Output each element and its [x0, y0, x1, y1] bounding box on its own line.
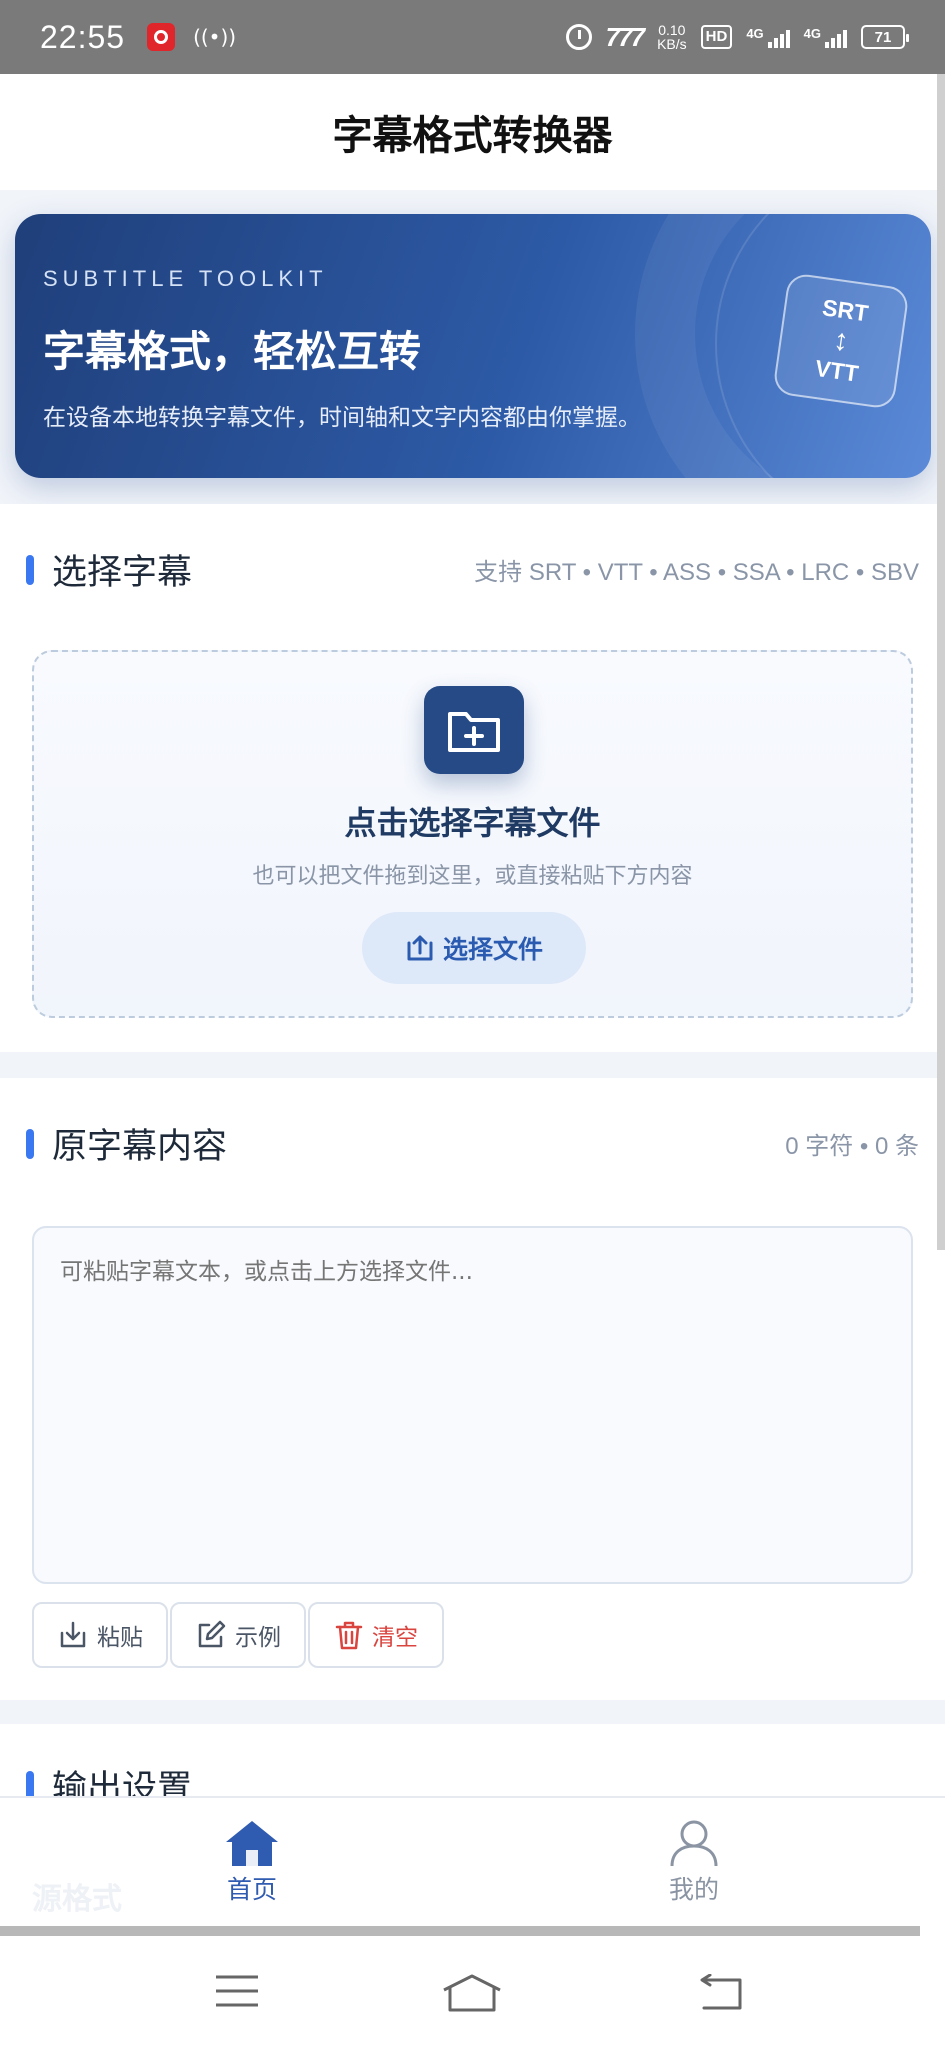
choose-file-button[interactable]: 选择文件 — [362, 912, 586, 984]
hero-banner: SUBTITLE TOOLKIT 字幕格式，轻松互转 在设备本地转换字幕文件，时… — [15, 214, 931, 478]
section-accent-bar — [26, 554, 34, 585]
network-speed: 0.10 KB/s — [657, 22, 687, 52]
folder-add-icon — [424, 686, 524, 774]
hero-kicker: SUBTITLE TOOLKIT — [43, 266, 328, 291]
example-button[interactable]: 示例 — [170, 1602, 306, 1668]
nav-mine[interactable]: 我的 — [614, 1818, 774, 1906]
back-icon[interactable] — [696, 1973, 744, 2016]
section-accent-bar — [26, 1128, 34, 1159]
content-stats: 0 字符 • 0 条 — [785, 1133, 919, 1160]
paste-icon — [60, 1621, 86, 1648]
carrier-logo-icon: 777 — [605, 21, 645, 52]
system-navigation — [0, 1936, 945, 2048]
scrollbar[interactable] — [937, 74, 945, 1250]
edit-icon — [198, 1620, 226, 1648]
alarm-icon — [565, 24, 592, 50]
system-home-icon[interactable] — [442, 1974, 502, 2018]
hd-voice-badge: HD — [700, 25, 733, 49]
app-header: 字幕格式转换器 — [0, 74, 945, 190]
paste-button[interactable]: 粘贴 — [32, 1602, 168, 1668]
clear-button[interactable]: 清空 — [308, 1602, 444, 1668]
nav-mine-label: 我的 — [668, 1875, 719, 1904]
nav-home-label: 首页 — [226, 1875, 277, 1904]
signal-sim2-icon: 4G — [804, 26, 847, 48]
section-title: 选择字幕 — [52, 553, 193, 593]
music-app-icon — [147, 23, 176, 51]
nav-home[interactable]: 首页 — [172, 1818, 332, 1906]
menu-icon[interactable] — [214, 1974, 260, 2012]
section-header: 选择字幕 — [26, 544, 192, 595]
swap-arrow-icon: ↕ — [831, 323, 851, 358]
section-header: 原字幕内容 — [26, 1118, 227, 1169]
status-bar: 22:55 ((•)) 777 0.10 KB/s HD 4G 4G 71 — [0, 0, 945, 74]
page-title: 字幕格式转换器 — [332, 113, 613, 159]
section-title: 原字幕内容 — [52, 1127, 228, 1167]
file-dropzone[interactable]: 点击选择字幕文件 也可以把文件拖到这里，或直接粘贴下方内容 选择文件 — [32, 650, 913, 1018]
source-format-label: 源格式 — [32, 1882, 122, 1917]
home-indicator-bar — [0, 1926, 920, 1936]
hero-subtitle: 在设备本地转换字幕文件，时间轴和文字内容都由你掌握。 — [43, 405, 641, 431]
status-time: 22:55 — [40, 18, 126, 55]
home-icon — [226, 1821, 278, 1866]
source-content-card: 原字幕内容 0 字符 • 0 条 粘贴 示例 清空 — [0, 1078, 945, 1700]
battery-icon: 71 — [861, 25, 909, 49]
subtitle-text-input[interactable] — [32, 1226, 913, 1584]
upload-icon — [407, 935, 433, 961]
user-icon — [670, 1820, 718, 1867]
supported-formats: 支持 SRT • VTT • ASS • SSA • LRC • SBV — [474, 559, 919, 586]
format-swap-badge: SRT ↕ VTT — [772, 272, 910, 410]
dropzone-hint: 也可以把文件拖到这里，或直接粘贴下方内容 — [252, 864, 693, 889]
trash-icon — [335, 1621, 363, 1650]
bottom-navigation: 源格式 首页 我的 — [0, 1796, 945, 1926]
select-subtitle-card: 选择字幕 支持 SRT • VTT • ASS • SSA • LRC • SB… — [0, 504, 945, 1052]
dropzone-title: 点击选择字幕文件 — [344, 804, 601, 842]
signal-sim1-icon: 4G — [746, 26, 790, 48]
hotspot-icon: ((•)) — [193, 25, 237, 49]
hero-title: 字幕格式，轻松互转 — [43, 327, 422, 376]
